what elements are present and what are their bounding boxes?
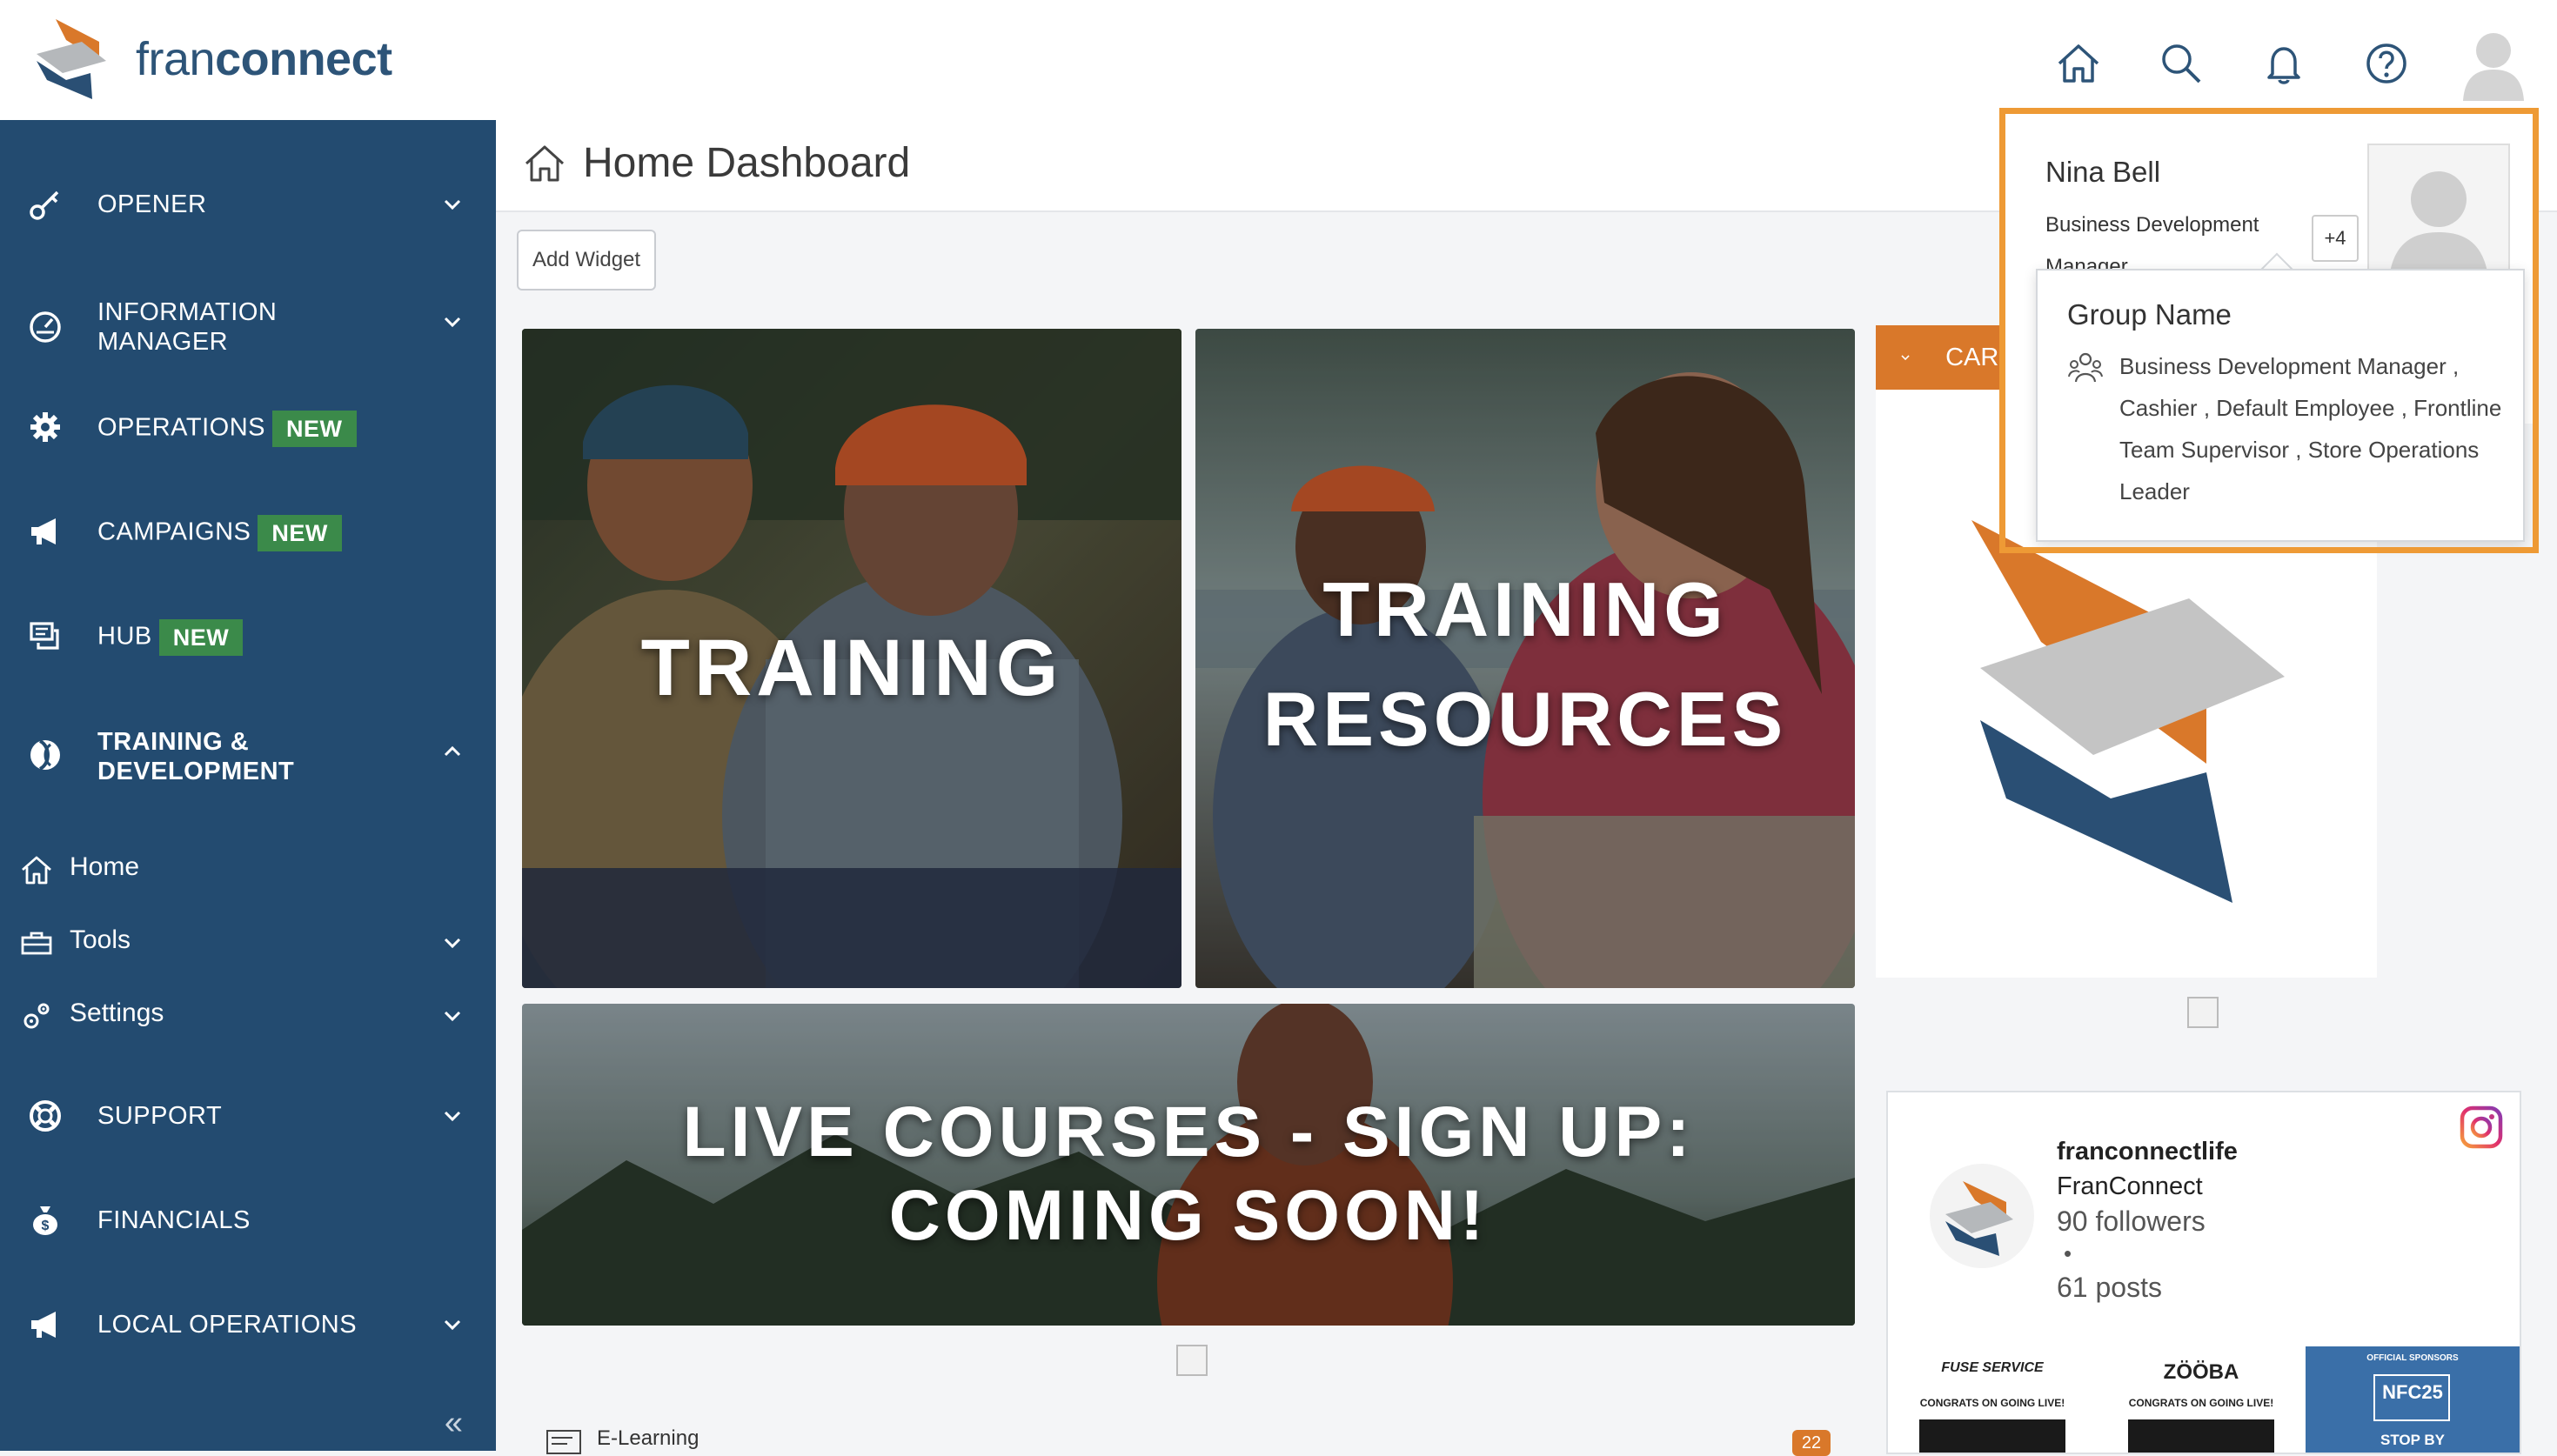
chevron-down-icon[interactable]: [440, 1104, 465, 1128]
thumb-top: OFFICIAL SPONSORS: [2366, 1353, 2459, 1363]
home-icon[interactable]: [2045, 30, 2112, 97]
sidebar-subitem-settings[interactable]: Settings: [0, 985, 496, 1045]
settings-icon: [23, 1003, 50, 1029]
tile-label: TRAINING: [640, 624, 1063, 712]
franconnect-logo-mark: [37, 19, 106, 99]
logo-wordmark: franconnect: [136, 33, 392, 85]
svg-text:$: $: [42, 1219, 50, 1233]
lifebuoy-icon: [26, 1097, 64, 1135]
collapse-sidebar-button[interactable]: «: [445, 1405, 463, 1442]
thumb-caption: STOP BY: [2380, 1432, 2445, 1448]
training-resources-tile[interactable]: TRAINING RESOURCES: [1195, 329, 1855, 988]
sidebar-item-label: FINANCIALS: [97, 1206, 251, 1234]
new-badge: NEW: [158, 619, 244, 656]
sidebar-item-label: OPENER: [97, 190, 207, 218]
sidebar-item-label: SUPPORT: [97, 1102, 223, 1130]
instagram-followers: 90 followers: [2057, 1206, 2206, 1237]
home-icon: [525, 145, 565, 182]
add-widget-button[interactable]: Add Widget: [517, 230, 657, 291]
top-header: franconnect: [0, 0, 2557, 122]
megaphone-icon: [26, 512, 64, 551]
new-badge: NEW: [272, 411, 357, 447]
sidebar-item-training-development[interactable]: TRAINING & DEVELOPMENT: [0, 717, 496, 800]
sidebar-item-label: TRAINING & DEVELOPMENT: [97, 728, 295, 785]
training-tile[interactable]: TRAINING: [522, 329, 1181, 988]
chevron-down-icon[interactable]: [440, 931, 465, 955]
separator-dot: •: [2064, 1240, 2072, 1266]
sidebar-item-label: INFORMATION MANAGER: [97, 298, 278, 356]
chevron-down-icon[interactable]: [440, 192, 465, 217]
instagram-posts: 61 posts: [2057, 1272, 2162, 1303]
tile-label: TRAINING RESOURCES: [1262, 566, 1788, 762]
instagram-post-thumb[interactable]: OFFICIAL SPONSORS NFC25 STOP BY: [2306, 1346, 2520, 1453]
broken-image-icon: [1176, 1345, 1208, 1376]
instagram-handle[interactable]: franconnectlife: [2057, 1138, 2238, 1166]
thumb-title: ZÖÖBA: [2163, 1360, 2239, 1384]
subitem-label: Tools: [70, 925, 131, 954]
sidebar-item-local-operations[interactable]: LOCAL OPERATIONS: [0, 1294, 496, 1355]
sidebar: OPENER INFORMATION MANAGER OPERATIONS NEW …: [0, 120, 496, 1451]
header-actions: [2009, 26, 2531, 101]
elearning-widget-title[interactable]: E-Learning: [597, 1426, 699, 1451]
instagram-name: FranConnect: [2057, 1172, 2203, 1200]
instagram-widget: franconnectlife FranConnect 90 followers…: [1886, 1091, 2521, 1454]
chevron-down-icon[interactable]: [440, 1004, 465, 1028]
sidebar-subitem-tools[interactable]: Tools: [0, 912, 496, 972]
instagram-post-thumb[interactable]: FUSE SERVICE CONGRATS ON GOING LIVE!: [1888, 1346, 2097, 1453]
instagram-profile-avatar[interactable]: [1930, 1164, 2034, 1268]
franconnect-logo[interactable]: franconnect: [31, 16, 392, 103]
gauge-icon: [26, 308, 64, 346]
tools-icon: [21, 932, 52, 955]
sidebar-subitem-home[interactable]: Home: [0, 838, 496, 899]
sidebar-item-opener[interactable]: OPENER: [0, 174, 496, 235]
sidebar-item-label: LOCAL OPERATIONS: [97, 1311, 358, 1339]
new-badge: NEW: [258, 515, 342, 551]
training-icon: [26, 736, 64, 774]
help-icon[interactable]: [2353, 30, 2420, 97]
subitem-label: Home: [70, 852, 140, 881]
chevron-down-icon[interactable]: [440, 1312, 465, 1337]
tile-label: LIVE COURSES - SIGN UP: COMING SOON!: [682, 1092, 1695, 1255]
thumb-caption: CONGRATS ON GOING LIVE!: [2128, 1397, 2274, 1409]
thumb-title: FUSE SERVICE: [1941, 1360, 2044, 1375]
chevron-up-icon[interactable]: [440, 739, 465, 764]
sidebar-item-campaigns[interactable]: CAMPAIGNS NEW: [0, 501, 496, 562]
user-avatar[interactable]: [2456, 26, 2531, 101]
chat-icon: [26, 617, 64, 655]
home-icon: [22, 856, 51, 885]
thumb-title: NFC25: [2382, 1381, 2443, 1403]
live-courses-tile[interactable]: LIVE COURSES - SIGN UP: COMING SOON!: [522, 1004, 1855, 1326]
bell-icon[interactable]: [2251, 30, 2317, 97]
sidebar-item-label: CAMPAIGNS NEW: [97, 515, 342, 551]
chevron-down-icon: [1901, 355, 1910, 361]
thumb-caption: CONGRATS ON GOING LIVE!: [1919, 1397, 2065, 1409]
subitem-label: Settings: [70, 998, 164, 1027]
sidebar-item-support[interactable]: SUPPORT: [0, 1085, 496, 1146]
key-icon: [26, 185, 64, 224]
megaphone-icon: [26, 1306, 64, 1344]
sidebar-item-label: HUB NEW: [97, 619, 244, 656]
instagram-icon[interactable]: [2459, 1105, 2504, 1150]
sidebar-item-hub[interactable]: HUB NEW: [0, 605, 496, 666]
search-icon[interactable]: [2148, 30, 2214, 97]
broken-image-icon: [2187, 997, 2219, 1028]
sidebar-item-financials[interactable]: $ FINANCIALS: [0, 1190, 496, 1251]
sidebar-item-information-manager[interactable]: INFORMATION MANAGER: [0, 285, 496, 369]
chevron-down-icon[interactable]: [440, 310, 465, 334]
instagram-post-thumb[interactable]: ZÖÖBA CONGRATS ON GOING LIVE!: [2097, 1346, 2306, 1453]
elearning-count-badge: 22: [1792, 1430, 1831, 1456]
sidebar-item-operations[interactable]: OPERATIONS NEW: [0, 397, 496, 458]
sidebar-item-label: OPERATIONS NEW: [97, 411, 357, 447]
page-title: Home Dashboard: [583, 140, 911, 186]
gear-icon: [26, 408, 64, 446]
money-bag-icon: $: [26, 1201, 64, 1239]
highlight-box: [1999, 108, 2539, 553]
